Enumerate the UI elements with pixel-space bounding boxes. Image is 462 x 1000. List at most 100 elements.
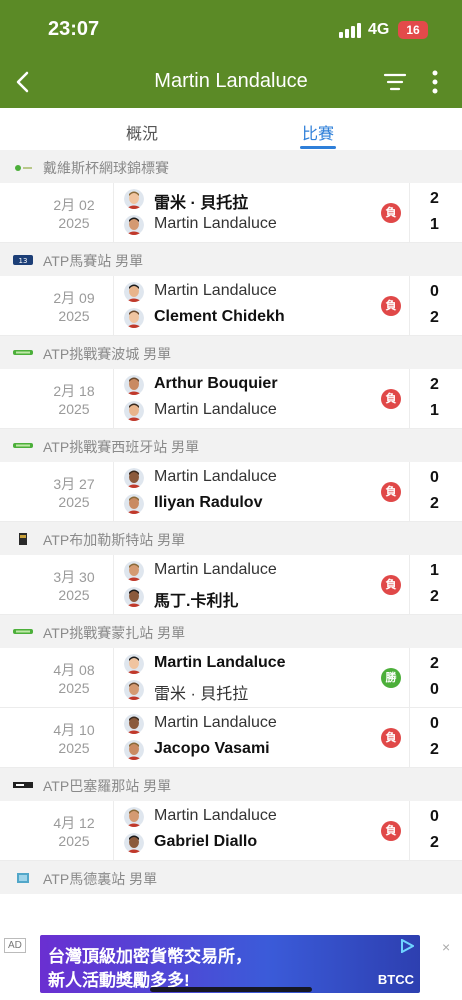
player-score: 0 (430, 715, 439, 732)
ad-banner-container: AD 台灣頂級加密貨幣交易所， 新人活動獎勵多多! BTCC × (0, 935, 462, 1000)
player-name: 馬丁.卡利扎 (154, 593, 239, 610)
ad-choices-icon[interactable] (400, 939, 414, 953)
match-year: 2025 (58, 587, 90, 603)
match-row[interactable]: 2月 09 2025 Martin Landaluce 0 Clement Chidek… (0, 276, 462, 336)
player-name: Martin Landaluce (154, 807, 277, 824)
tournament-name: ATP挑戰賽波城 男單 (43, 346, 172, 362)
player-name: Martin Landaluce (154, 401, 277, 418)
player-avatar (124, 714, 144, 734)
result-badge: 負 (381, 728, 401, 748)
tournament-name: ATP挑戰賽西班牙站 男單 (43, 439, 200, 455)
tournament-header[interactable]: 戴維斯杯網球錦標賽 (0, 150, 462, 183)
match-row[interactable]: 2月 02 2025 雷米 · 貝托拉 2 Martin Landaluce 1 負 (0, 183, 462, 243)
match-year: 2025 (58, 680, 90, 696)
player-avatar (124, 189, 144, 209)
tournament-name: ATP挑戰賽蒙扎站 男單 (43, 625, 186, 641)
tournament-name: 戴維斯杯網球錦標賽 (43, 160, 169, 176)
tournament-header[interactable]: 13 ATP馬賽站 男單 (0, 243, 462, 276)
player-name: Martin Landaluce (154, 282, 277, 299)
player-avatar (124, 375, 144, 395)
match-day: 2月 02 (53, 197, 95, 213)
barcelona-logo (13, 778, 33, 790)
tournament-header[interactable]: ATP挑戰賽波城 男單 (0, 336, 462, 369)
divider (409, 801, 410, 861)
player-avatar (124, 401, 144, 421)
filter-icon[interactable] (383, 71, 407, 93)
player-name: Martin Landaluce (154, 468, 277, 485)
player-avatar (124, 587, 144, 607)
player-score: 0 (430, 681, 439, 698)
divider (409, 183, 410, 243)
tab-bar: 概況 比賽 (0, 108, 462, 150)
player-name: Gabriel Diallo (154, 833, 258, 850)
ad-close-icon[interactable]: × (442, 939, 450, 955)
bucharest-logo (13, 532, 33, 545)
match-year: 2025 (58, 494, 90, 510)
player-score: 2 (430, 309, 439, 326)
davis-cup-logo (13, 160, 33, 172)
result-badge: 負 (381, 821, 401, 841)
tab-matches[interactable]: 比賽 (302, 120, 334, 144)
player-name: Martin Landaluce (154, 654, 286, 671)
player-name: Clement Chidekh (154, 308, 285, 325)
tournament-header[interactable]: ATP巴塞羅那站 男單 (0, 768, 462, 801)
result-badge: 負 (381, 389, 401, 409)
player-score: 2 (430, 655, 439, 672)
match-date: 4月 08 2025 (44, 661, 104, 697)
divider (409, 369, 410, 429)
match-day: 3月 27 (53, 476, 95, 492)
match-day: 2月 09 (53, 290, 95, 306)
player-score: 1 (430, 402, 439, 419)
player-avatar (124, 561, 144, 581)
tournament-name: ATP馬德裏站 男單 (43, 871, 158, 887)
match-date: 3月 30 2025 (44, 568, 104, 604)
tournament-header[interactable]: ATP挑戰賽蒙扎站 男單 (0, 615, 462, 648)
player-avatar (124, 833, 144, 853)
ad-brand: BTCC (377, 972, 414, 987)
tournament-header[interactable]: ATP布加勒斯特站 男單 (0, 522, 462, 555)
divider (113, 708, 114, 768)
player-score: 0 (430, 808, 439, 825)
match-row[interactable]: 4月 10 2025 Martin Landaluce 0 Jacopo Vasami 2… (0, 708, 462, 768)
match-year: 2025 (58, 401, 90, 417)
player-name: Jacopo Vasami (154, 740, 270, 757)
player-avatar (124, 308, 144, 328)
divider (409, 708, 410, 768)
divider (113, 183, 114, 243)
player-name: Martin Landaluce (154, 215, 277, 232)
divider (113, 648, 114, 708)
tournament-header[interactable]: ATP挑戰賽西班牙站 男單 (0, 429, 462, 462)
divider (113, 369, 114, 429)
home-indicator (150, 987, 312, 992)
divider (409, 555, 410, 615)
match-year: 2025 (58, 833, 90, 849)
match-row[interactable]: 4月 12 2025 Martin Landaluce 0 Gabriel Diallo… (0, 801, 462, 861)
player-score: 0 (430, 283, 439, 300)
tab-overview[interactable]: 概況 (126, 120, 158, 144)
player-avatar (124, 215, 144, 235)
player-avatar (124, 654, 144, 674)
player-name: Iliyan Radulov (154, 494, 263, 511)
player-name: 雷米 · 貝托拉 (154, 686, 249, 703)
match-date: 4月 10 2025 (44, 721, 104, 757)
top-nav-bar: Martin Landaluce (0, 58, 462, 108)
divider (113, 462, 114, 522)
match-row[interactable]: 2月 18 2025 Arthur Bouquier 2 Martin Landaluc… (0, 369, 462, 429)
match-row[interactable]: 4月 08 2025 Martin Landaluce 2 雷米 · 貝托拉 0 勝 (0, 648, 462, 708)
active-tab-indicator (300, 146, 336, 149)
match-row[interactable]: 3月 27 2025 Martin Landaluce 0 Iliyan Radulov… (0, 462, 462, 522)
tournament-header[interactable]: ATP馬德裏站 男單 (0, 861, 462, 894)
player-score: 2 (430, 588, 439, 605)
ad-banner[interactable]: 台灣頂級加密貨幣交易所， 新人活動獎勵多多! BTCC (40, 935, 420, 993)
player-score: 0 (430, 469, 439, 486)
player-score: 2 (430, 834, 439, 851)
madrid-logo (13, 871, 33, 883)
result-badge: 勝 (381, 668, 401, 688)
match-row[interactable]: 3月 30 2025 Martin Landaluce 1 馬丁.卡利扎 2 負 (0, 555, 462, 615)
more-options-icon[interactable] (428, 68, 442, 96)
status-bar: 23:07 4G 16 (0, 0, 462, 58)
player-avatar (124, 680, 144, 700)
player-score: 2 (430, 376, 439, 393)
atp-250-logo: 13 (13, 253, 33, 265)
divider (113, 276, 114, 336)
